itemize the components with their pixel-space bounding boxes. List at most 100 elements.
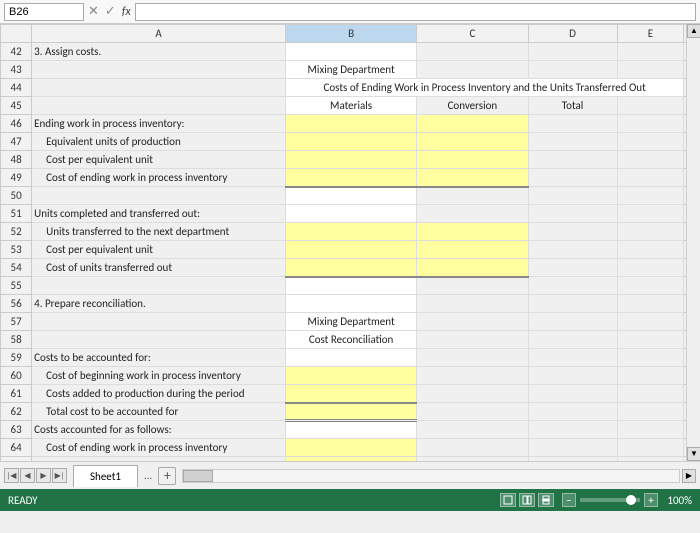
cell-42-c[interactable] xyxy=(417,43,528,61)
cell-54-a[interactable]: Cost of units transferred out xyxy=(32,259,286,277)
vertical-scrollbar[interactable]: ▲ ▼ xyxy=(686,24,700,461)
cell-63-b[interactable] xyxy=(285,421,416,439)
cell-48-e[interactable] xyxy=(617,151,684,169)
formula-input[interactable] xyxy=(135,3,696,21)
scroll-up-button[interactable]: ▲ xyxy=(687,24,700,38)
cell-52-a[interactable]: Units transferred to the next department xyxy=(32,223,286,241)
cell-43-e[interactable] xyxy=(617,61,684,79)
scroll-down-button[interactable]: ▼ xyxy=(687,447,700,461)
cell-47-a[interactable]: Equivalent units of production xyxy=(32,133,286,151)
cell-56-e[interactable] xyxy=(617,295,684,313)
cell-46-c[interactable] xyxy=(417,115,528,133)
cell-54-c[interactable] xyxy=(417,259,528,277)
cell-62-c[interactable] xyxy=(417,403,528,421)
cell-52-e[interactable] xyxy=(617,223,684,241)
cell-46-b[interactable] xyxy=(285,115,416,133)
cell-43-b[interactable]: Mixing Department xyxy=(285,61,416,79)
tab-nav-next[interactable]: ▶ xyxy=(36,468,51,483)
zoom-out-button[interactable]: − xyxy=(562,493,576,507)
tab-nav-prev[interactable]: ◀ xyxy=(20,468,35,483)
cell-45-c[interactable]: Conversion xyxy=(417,97,528,115)
cell-55-d[interactable] xyxy=(528,277,617,295)
cell-50-a[interactable] xyxy=(32,187,286,205)
cell-57-a[interactable] xyxy=(32,313,286,331)
add-sheet-button[interactable]: + xyxy=(158,467,176,485)
cell-51-c[interactable] xyxy=(417,205,528,223)
cell-50-d[interactable] xyxy=(528,187,617,205)
page-break-button[interactable] xyxy=(538,493,554,507)
cell-47-b[interactable] xyxy=(285,133,416,151)
cell-46-a[interactable]: Ending work in process inventory: xyxy=(32,115,286,133)
cell-57-d[interactable] xyxy=(528,313,617,331)
cell-49-a[interactable]: Cost of ending work in process inventory xyxy=(32,169,286,187)
cell-48-b[interactable] xyxy=(285,151,416,169)
cell-53-e[interactable] xyxy=(617,241,684,259)
cell-55-c[interactable] xyxy=(417,277,528,295)
cell-58-b[interactable]: Cost Reconciliation xyxy=(285,331,416,349)
zoom-slider-track[interactable] xyxy=(580,498,640,502)
col-header-d[interactable]: D xyxy=(528,25,617,43)
name-box[interactable]: B26 xyxy=(4,3,84,21)
cell-64-c[interactable] xyxy=(417,439,528,457)
cell-60-c[interactable] xyxy=(417,367,528,385)
cell-50-b[interactable] xyxy=(285,187,416,205)
cell-60-e[interactable] xyxy=(617,367,684,385)
cell-57-c[interactable] xyxy=(417,313,528,331)
cell-65-a[interactable]: Cost of units transferred out xyxy=(32,457,286,462)
cell-61-d[interactable] xyxy=(528,385,617,403)
cell-62-d[interactable] xyxy=(528,403,617,421)
cell-65-d[interactable] xyxy=(528,457,617,462)
cell-56-a[interactable]: 4. Prepare reconciliation. xyxy=(32,295,286,313)
cell-47-c[interactable] xyxy=(417,133,528,151)
cell-55-a[interactable] xyxy=(32,277,286,295)
cell-51-a[interactable]: Units completed and transferred out: xyxy=(32,205,286,223)
cell-58-e[interactable] xyxy=(617,331,684,349)
cell-62-e[interactable] xyxy=(617,403,684,421)
cell-53-a[interactable]: Cost per equivalent unit xyxy=(32,241,286,259)
cell-52-b[interactable] xyxy=(285,223,416,241)
cell-48-a[interactable]: Cost per equivalent unit xyxy=(32,151,286,169)
cell-57-e[interactable] xyxy=(617,313,684,331)
cell-62-a[interactable]: Total cost to be accounted for xyxy=(32,403,286,421)
cell-49-d[interactable] xyxy=(528,169,617,187)
cell-64-d[interactable] xyxy=(528,439,617,457)
cell-42-d[interactable] xyxy=(528,43,617,61)
fx-icon[interactable]: fx xyxy=(122,5,131,19)
cell-48-c[interactable] xyxy=(417,151,528,169)
cell-61-a[interactable]: Costs added to production during the per… xyxy=(32,385,286,403)
cell-46-d[interactable] xyxy=(528,115,617,133)
cell-47-e[interactable] xyxy=(617,133,684,151)
cell-43-a[interactable] xyxy=(32,61,286,79)
cell-58-a[interactable] xyxy=(32,331,286,349)
cell-59-b[interactable] xyxy=(285,349,416,367)
cell-61-e[interactable] xyxy=(617,385,684,403)
cell-65-c[interactable] xyxy=(417,457,528,462)
cell-61-b[interactable] xyxy=(285,385,416,403)
cell-49-e[interactable] xyxy=(617,169,684,187)
cell-51-e[interactable] xyxy=(617,205,684,223)
cell-59-c[interactable] xyxy=(417,349,528,367)
normal-view-button[interactable] xyxy=(500,493,516,507)
cell-54-d[interactable] xyxy=(528,259,617,277)
cell-52-d[interactable] xyxy=(528,223,617,241)
cell-45-a[interactable] xyxy=(32,97,286,115)
cell-50-e[interactable] xyxy=(617,187,684,205)
cell-48-d[interactable] xyxy=(528,151,617,169)
scroll-right-button[interactable]: ▶ xyxy=(682,469,696,483)
cell-53-c[interactable] xyxy=(417,241,528,259)
col-header-a[interactable]: A xyxy=(32,25,286,43)
cell-64-a[interactable]: Cost of ending work in process inventory xyxy=(32,439,286,457)
cell-50-c[interactable] xyxy=(417,187,528,205)
cell-59-a[interactable]: Costs to be accounted for: xyxy=(32,349,286,367)
cell-60-a[interactable]: Cost of beginning work in process invent… xyxy=(32,367,286,385)
cell-44-b[interactable]: Costs of Ending Work in Process Inventor… xyxy=(285,79,683,97)
cell-62-b[interactable] xyxy=(285,403,416,421)
cell-42-e[interactable] xyxy=(617,43,684,61)
cell-53-d[interactable] xyxy=(528,241,617,259)
cell-44-a[interactable] xyxy=(32,79,286,97)
cell-65-e[interactable] xyxy=(617,457,684,462)
col-header-b[interactable]: B xyxy=(285,25,416,43)
cell-61-c[interactable] xyxy=(417,385,528,403)
cell-59-d[interactable] xyxy=(528,349,617,367)
cell-51-d[interactable] xyxy=(528,205,617,223)
